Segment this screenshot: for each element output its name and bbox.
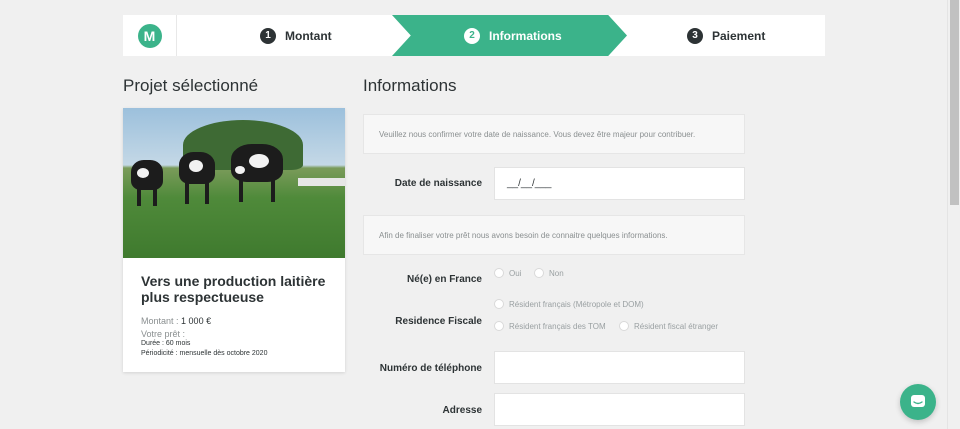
radio-dot[interactable] [494,299,504,309]
page-scrollbar[interactable] [947,0,960,429]
amount-value: 1 000 € [181,316,212,326]
cow-shape [131,160,163,206]
tax-tom-radio[interactable]: Résident français des TOM [494,321,606,331]
progress-stepper: M 1 Montant 2 Informations 3 Paiement [123,15,825,56]
radio-label: Résident fiscal étranger [634,321,719,331]
tax-residence-label: Residence Fiscale [395,316,482,327]
radio-dot[interactable] [494,268,504,278]
cow-shape [231,144,283,202]
project-card[interactable]: Vers une production laitière plus respec… [123,108,345,372]
chat-button[interactable] [900,384,936,420]
step-label: Paiement [712,28,766,43]
radio-label: Résident français (Métropole et DOM) [509,299,644,309]
loan-label: Votre prêt : [141,329,186,339]
amount-label: Montant : [141,316,179,326]
radio-dot[interactable] [534,268,544,278]
born-france-label: Né(e) en France [406,274,482,285]
step-label: Montant [285,28,332,43]
step-label: Informations [489,28,562,43]
project-title[interactable]: Vers une production laitière plus respec… [141,273,331,305]
phone-input[interactable] [494,351,745,384]
tax-foreign-radio[interactable]: Résident fiscal étranger [619,321,718,331]
amount-line: Montant : 1 000 € [141,316,211,326]
step-number: 2 [464,27,480,44]
radio-dot[interactable] [494,321,504,331]
born-france-oui-radio[interactable]: Oui [494,268,521,278]
scrollbar-thumb[interactable] [950,0,959,205]
step-paiement[interactable]: 3 Paiement [687,15,765,56]
loan-duration: Durée : 60 mois [141,340,191,347]
birthdate-notice: Veuillez nous confirmer votre date de na… [363,114,745,154]
brand-logo[interactable]: M [137,23,162,48]
radio-dot[interactable] [619,321,629,331]
step-informations[interactable]: 2 Informations [464,15,562,56]
project-heading: Projet sélectionné [123,76,259,95]
logo-cell[interactable]: M [123,15,177,56]
tax-metropole-radio[interactable]: Résident français (Métropole et DOM) [494,299,644,309]
address-label: Adresse [442,405,482,416]
step-montant[interactable]: 1 Montant [260,15,332,56]
cow-shape [179,152,215,204]
radio-label: Oui [509,268,522,278]
form-heading: Informations [363,76,457,95]
birthdate-label: Date de naissance [394,178,482,189]
info-notice: Afin de finaliser votre prêt nous avons … [363,215,745,255]
phone-label: Numéro de téléphone [379,363,482,374]
birthdate-input[interactable]: __/__/___ [494,167,745,200]
step-number: 3 [687,27,703,44]
project-image [123,108,345,258]
loan-periodicity: Périodicité : mensuelle dès octobre 2020 [141,350,268,357]
chat-icon [911,395,925,407]
radio-label: Résident français des TOM [509,321,606,331]
address-input[interactable] [494,393,745,426]
radio-label: Non [549,268,564,278]
step-number: 1 [260,27,276,44]
barn-shape [298,178,345,186]
born-france-non-radio[interactable]: Non [534,268,564,278]
